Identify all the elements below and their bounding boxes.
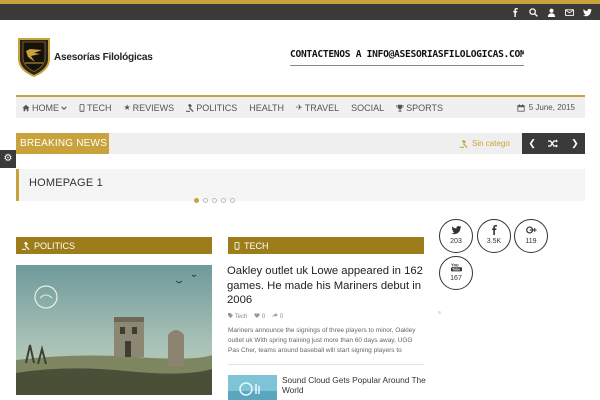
likes-count: 0 <box>261 314 266 320</box>
svg-text:Tube: Tube <box>452 268 460 272</box>
mobile-icon <box>79 103 85 112</box>
breaking-news-ticker[interactable]: Sin catego <box>460 133 510 154</box>
twitter-icon <box>451 226 461 235</box>
slider-dot[interactable] <box>212 198 217 203</box>
user-icon[interactable] <box>547 8 556 17</box>
ticker-text: Sin catego <box>472 139 510 148</box>
tech-article-excerpt: Mariners announce the signings of three … <box>228 327 416 354</box>
gavel-icon <box>460 139 468 148</box>
widget-dot <box>438 311 441 314</box>
top-bar <box>0 4 600 20</box>
article-likes[interactable]: 0 <box>254 313 265 320</box>
heart-icon <box>254 313 260 318</box>
nav-item-reviews[interactable]: ★ REVIEWS <box>124 103 175 113</box>
gavel-icon <box>22 241 30 250</box>
calendar-icon <box>517 103 525 112</box>
article-divider <box>228 364 424 365</box>
section-header-politics[interactable]: POLITICS <box>16 237 212 254</box>
mail-icon[interactable] <box>565 8 574 17</box>
site-logo[interactable] <box>16 37 52 77</box>
home-icon <box>22 104 30 111</box>
star-icon: ★ <box>123 103 131 112</box>
nav-item-sports[interactable]: SPORTS <box>396 103 443 113</box>
social-facebook-button[interactable]: 3.5K <box>477 219 511 253</box>
shares-count: 0 <box>279 314 284 320</box>
nav-item-politics[interactable]: POLITICS <box>186 103 237 113</box>
social-count: 167 <box>450 275 462 282</box>
politics-article-image[interactable] <box>16 265 212 395</box>
nav-item-travel[interactable]: ✈ TRAVEL <box>296 103 339 113</box>
current-date: 5 June, 2015 <box>517 97 575 118</box>
youtube-icon: YouTube <box>450 263 462 272</box>
nav-item-label: TECH <box>87 102 112 113</box>
nav-item-label: TRAVEL <box>304 102 340 113</box>
nav-item-label: HEALTH <box>249 102 285 113</box>
homepage-title: HOMEPAGE 1 <box>29 177 103 189</box>
tech-article-meta: Tech 0 0 <box>228 313 283 320</box>
logo-text: Asesorías Filológicas <box>54 52 153 63</box>
social-youtube-button[interactable]: You Tube 167 <box>439 256 473 290</box>
nav-item-label: SPORTS <box>406 102 443 113</box>
nav-item-label: POLITICS <box>196 102 238 113</box>
contact-email-banner[interactable]: CONTACTENOS A INFO@ASESORIASFILOLOGICAS.… <box>290 49 524 66</box>
chevron-down-icon <box>61 105 67 110</box>
social-google-plus-button[interactable]: 119 <box>514 219 548 253</box>
date-text: 5 June, 2015 <box>528 103 575 112</box>
nav-item-tech[interactable]: TECH <box>79 103 112 113</box>
article-shares[interactable]: 0 <box>272 313 283 320</box>
small-article-thumbnail[interactable] <box>228 375 277 400</box>
slider-dot[interactable] <box>203 198 208 203</box>
breaking-news-bar: BREAKING NEWS Sin catego ❮ ❯ <box>16 133 585 154</box>
nav-item-label: HOME <box>32 102 59 113</box>
tag-icon <box>228 313 233 318</box>
prev-arrow-icon[interactable]: ❮ <box>528 138 536 149</box>
gavel-icon <box>186 103 194 112</box>
top-bar-icons <box>511 4 592 20</box>
social-count: 203 <box>450 238 462 245</box>
trophy-icon <box>396 104 404 112</box>
nav-item-label: SOCIAL <box>351 102 385 113</box>
breaking-news-label: BREAKING NEWS <box>16 133 109 154</box>
section-label: POLITICS <box>34 240 76 251</box>
facebook-icon[interactable] <box>511 7 520 17</box>
ticker-controls: ❮ ❯ <box>522 133 585 154</box>
shuffle-icon[interactable] <box>548 139 559 148</box>
section-header-tech[interactable]: TECH <box>228 237 424 254</box>
tech-article-title[interactable]: Oakley outlet uk Lowe appeared in 162 ga… <box>227 264 425 308</box>
nav-item-label: REVIEWS <box>132 102 175 113</box>
share-icon <box>272 313 279 318</box>
nav-item-home[interactable]: HOME <box>22 103 67 113</box>
slider-pagination <box>194 198 235 203</box>
social-count: 3.5K <box>486 238 502 245</box>
twitter-icon[interactable] <box>583 8 592 17</box>
search-icon[interactable] <box>529 7 538 17</box>
settings-gear-icon[interactable]: ⚙ <box>0 150 16 168</box>
slider-dot[interactable] <box>194 198 199 203</box>
section-label: TECH <box>244 240 269 251</box>
category-text: Tech <box>234 314 248 320</box>
small-article-title[interactable]: Sound Cloud Gets Popular Around The Worl… <box>282 375 432 395</box>
slider-dot[interactable] <box>221 198 226 203</box>
plane-icon: ✈ <box>296 103 303 112</box>
slider-dot[interactable] <box>230 198 235 203</box>
next-arrow-icon[interactable]: ❯ <box>571 138 579 149</box>
social-count: 119 <box>525 238 537 245</box>
google-plus-icon <box>525 226 537 234</box>
main-navigation: HOME TECH ★ REVIEWS POLITICS HEALTH ✈ TR… <box>16 95 585 118</box>
facebook-icon <box>491 225 497 235</box>
nav-item-social[interactable]: SOCIAL <box>351 103 384 113</box>
article-category[interactable]: Tech <box>228 313 247 320</box>
nav-item-health[interactable]: HEALTH <box>249 103 284 113</box>
social-twitter-button[interactable]: 203 <box>439 219 473 253</box>
mobile-icon <box>234 241 240 250</box>
homepage-title-box: HOMEPAGE 1 <box>16 169 585 201</box>
